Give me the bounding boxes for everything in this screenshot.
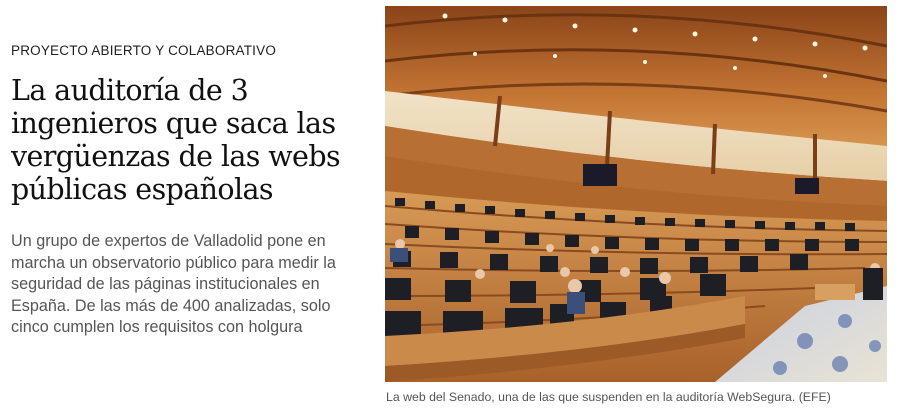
article-photo[interactable]	[385, 6, 887, 382]
senate-chamber-photo	[385, 6, 887, 382]
summary-line: Un grupo de expertos de Valladolid pone …	[11, 232, 326, 250]
summary-line: marcha un observatorio público para medi…	[11, 253, 336, 272]
article-teaser: PROYECTO ABIERTO Y COLABORATIVO La audit…	[0, 0, 900, 413]
article-kicker: PROYECTO ABIERTO Y COLABORATIVO	[11, 43, 277, 58]
headline-line[interactable]: ingenieros que saca las	[11, 107, 356, 140]
article-headline[interactable]: La auditoría de 3 ingenieros que saca la…	[11, 74, 356, 206]
screen	[583, 164, 617, 186]
screen	[795, 178, 819, 194]
headline-line[interactable]: públicas españolas	[11, 173, 356, 206]
headline-line[interactable]: vergüenzas de las webs	[11, 140, 356, 173]
photo-caption: La web del Senado, una de las que suspen…	[386, 390, 831, 404]
summary-line: seguridad de las páginas institucionales…	[11, 275, 320, 294]
summary-line: España. De las más de 400 analizadas, so…	[11, 296, 331, 315]
summary-line: cinco cumplen los requisitos con holgura	[11, 318, 303, 337]
headline-line[interactable]: La auditoría de 3	[11, 74, 356, 107]
article-summary: Un grupo de expertos de Valladolid pone …	[11, 231, 371, 339]
